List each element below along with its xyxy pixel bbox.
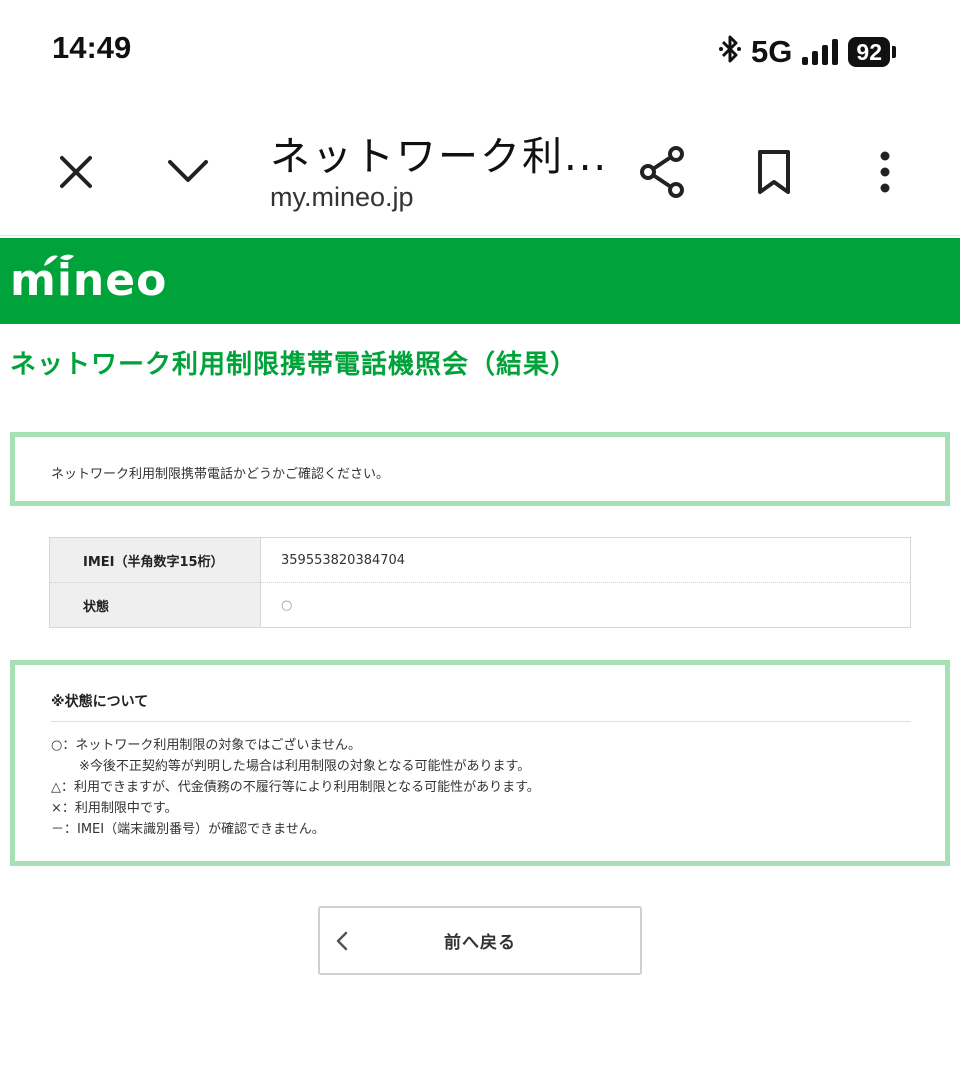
legend-list: ○：ネットワーク利用制限の対象ではございません。 ※今後不正契約等が判明した場合… [51,735,931,840]
result-table: IMEI（半角数字15桁） 359553820384704 状態 ○ [49,537,911,628]
list-item: ○：ネットワーク利用制限の対象ではございません。 [51,738,361,753]
logo-text: mineo [10,255,168,306]
signal-icon [802,39,839,65]
table-row: IMEI（半角数字15桁） 359553820384704 [49,537,911,583]
list-item: ×：利用制限中です。 [51,801,178,816]
back-button-label: 前へ戻る [444,933,516,953]
status-legend-box: ※状態について ○：ネットワーク利用制限の対象ではございません。 ※今後不正契約… [10,660,950,866]
close-icon[interactable] [52,148,100,196]
browser-url[interactable]: my.mineo.jp [270,182,414,213]
more-vert-icon[interactable] [872,146,898,198]
bluetooth-icon [719,34,742,71]
network-type: 5G [751,34,793,69]
legend-heading: ※状態について [51,691,911,722]
list-item: －：IMEI（端末識別番号）が確認できません。 [51,822,325,837]
battery-icon: 92 [848,37,896,67]
site-header: mineo [0,238,960,324]
chevron-left-icon [334,930,350,952]
page-title: ネットワーク利用制限携帯電話機照会（結果） [10,350,578,380]
notice-box: ネットワーク利用制限携帯電話かどうかご確認ください。 [10,432,950,506]
mineo-logo[interactable]: mineo [10,248,167,314]
imei-value: 359553820384704 [260,537,911,583]
browser-toolbar: ネットワーク利... my.mineo.jp [0,100,960,236]
status-bar: 14:49 5G 92 [0,0,960,100]
list-item: ※今後不正契約等が判明した場合は利用制限の対象となる可能性があります。 [79,759,531,774]
status-label: 状態 [49,582,261,628]
bookmark-icon[interactable] [754,146,794,198]
share-icon[interactable] [636,144,690,200]
status-indicators: 5G 92 [719,32,896,72]
back-button[interactable]: 前へ戻る [318,906,642,975]
chevron-down-icon[interactable] [162,148,214,196]
imei-label: IMEI（半角数字15桁） [49,537,261,583]
browser-page-title: ネットワーク利... [270,134,609,180]
battery-level: 92 [848,37,890,67]
list-item: △：利用できますが、代金債務の不履行等により利用制限となる可能性があります。 [51,780,540,795]
status-value: ○ [260,582,911,628]
notice-text: ネットワーク利用制限携帯電話かどうかご確認ください。 [51,467,390,482]
logo-leaf-icon [44,254,74,266]
status-time: 14:49 [52,30,132,65]
table-row: 状態 ○ [49,582,911,628]
